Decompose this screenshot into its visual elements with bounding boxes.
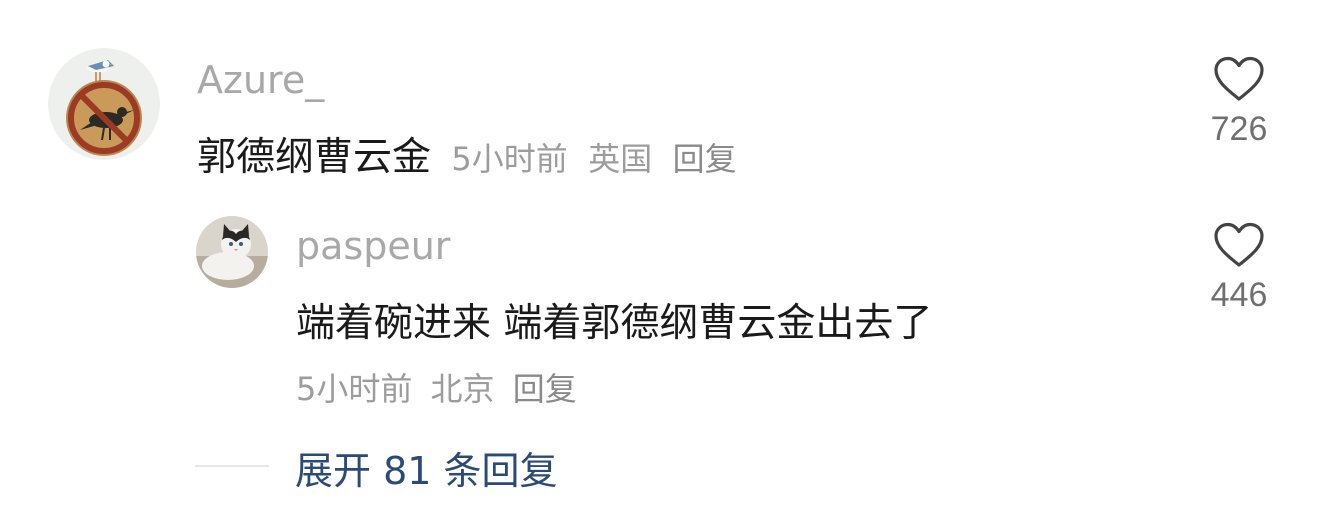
avatar[interactable] [48, 48, 160, 160]
like-button[interactable]: 726 [1204, 56, 1274, 149]
comment-time: 5小时前 [296, 370, 413, 408]
comment-username[interactable]: Azure_ [197, 58, 324, 102]
expand-replies-button[interactable]: 展开 81 条回复 [295, 440, 558, 495]
heart-outline-icon [1214, 56, 1264, 101]
comment-body: 郭德纲曹云金 [197, 135, 432, 180]
cat-avatar-icon [196, 216, 268, 288]
heart-outline-icon [1214, 222, 1264, 267]
reply-button[interactable]: 回复 [513, 370, 577, 408]
comment-meta: 5小时前 北京 回复 [296, 364, 577, 410]
reply-button[interactable]: 回复 [673, 140, 737, 178]
comment-body: 端着碗进来 端着郭德纲曹云金出去了 [296, 301, 933, 346]
avatar[interactable] [196, 216, 268, 288]
comment-location: 英国 [588, 140, 653, 178]
seagull-avatar-icon [48, 48, 160, 160]
comment-location: 北京 [430, 370, 495, 408]
comment-username[interactable]: paspeur [296, 224, 450, 268]
comment-text: 郭德纲曹云金 5小时前 英国 回复 [197, 126, 737, 182]
like-count: 726 [1210, 110, 1268, 148]
like-count: 446 [1210, 276, 1268, 314]
like-button[interactable]: 446 [1204, 222, 1274, 315]
comment-time: 5小时前 [451, 140, 568, 178]
divider [195, 465, 269, 467]
